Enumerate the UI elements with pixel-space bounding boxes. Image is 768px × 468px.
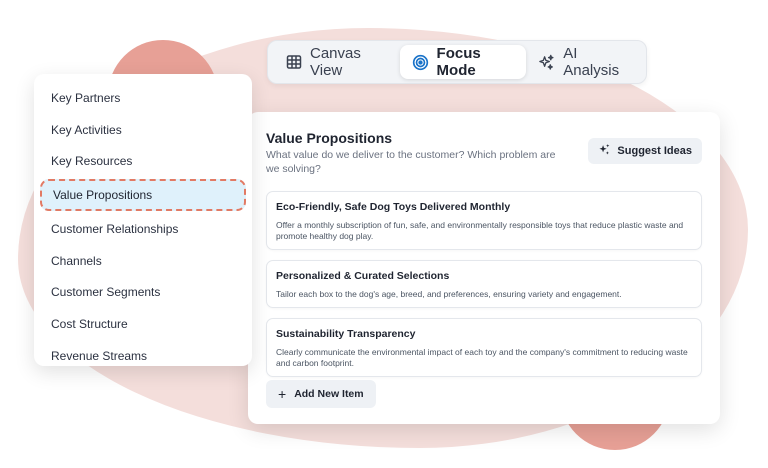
suggest-ideas-button[interactable]: Suggest Ideas	[588, 138, 702, 164]
value-item-card[interactable]: Personalized & Curated Selections Tailor…	[266, 260, 702, 308]
sidebar-item-label: Revenue Streams	[51, 348, 148, 363]
sidebar-item-channels[interactable]: Channels	[34, 245, 252, 277]
sidebar-item-label: Channels	[51, 253, 102, 268]
mode-switcher: Canvas View Focus Mode AI Analysis	[267, 40, 647, 84]
ai-analysis-button[interactable]: AI Analysis	[526, 45, 640, 79]
card-description: Clearly communicate the environmental im…	[276, 347, 688, 368]
canvas-sections-sidebar: Key Partners Key Activities Key Resource…	[34, 74, 252, 366]
sparkles-icon	[598, 143, 611, 159]
sidebar-item-revenue-streams[interactable]: Revenue Streams	[34, 340, 252, 372]
focus-mode-button[interactable]: Focus Mode	[399, 45, 527, 79]
sidebar-item-customer-relationships[interactable]: Customer Relationships	[34, 213, 252, 245]
suggest-ideas-label: Suggest Ideas	[617, 145, 692, 157]
sidebar-item-label: Customer Relationships	[51, 221, 179, 236]
value-item-card[interactable]: Eco-Friendly, Safe Dog Toys Delivered Mo…	[266, 191, 702, 250]
plus-icon: +	[278, 386, 287, 402]
grid-icon	[286, 54, 302, 70]
sidebar-item-value-propositions[interactable]: Value Propositions	[40, 179, 246, 212]
target-icon	[412, 54, 429, 71]
add-new-item-button[interactable]: + Add New Item	[266, 380, 376, 408]
canvas-view-button[interactable]: Canvas View	[274, 45, 400, 79]
card-title: Eco-Friendly, Safe Dog Toys Delivered Mo…	[276, 201, 511, 213]
sidebar-item-label: Value Propositions	[53, 188, 153, 203]
card-title: Personalized & Curated Selections	[276, 270, 450, 282]
sidebar-item-label: Cost Structure	[51, 316, 128, 331]
sidebar-item-key-resources[interactable]: Key Resources	[34, 145, 252, 177]
sidebar-item-label: Key Activities	[51, 122, 122, 137]
focus-mode-label: Focus Mode	[436, 45, 481, 79]
sidebar-item-label: Key Partners	[51, 90, 121, 105]
add-new-item-label: Add New Item	[294, 388, 364, 400]
panel-subtitle: What value do we deliver to the customer…	[266, 149, 556, 175]
sidebar-item-label: Key Resources	[51, 154, 133, 169]
card-description: Tailor each box to the dog's age, breed,…	[276, 289, 622, 299]
canvas-view-label: Canvas View	[310, 45, 361, 79]
sidebar-item-key-partners[interactable]: Key Partners	[34, 82, 252, 114]
ai-analysis-label: AI Analysis	[563, 45, 620, 79]
sidebar-item-label: Customer Segments	[51, 285, 161, 300]
card-title: Sustainability Transparency	[276, 328, 416, 340]
value-propositions-panel: Value Propositions What value do we deli…	[248, 112, 720, 424]
value-item-card[interactable]: Sustainability Transparency Clearly comm…	[266, 318, 702, 377]
sparkles-icon	[538, 54, 555, 71]
sidebar-item-key-activities[interactable]: Key Activities	[34, 114, 252, 146]
sidebar-item-customer-segments[interactable]: Customer Segments	[34, 276, 252, 308]
card-description: Offer a monthly subscription of fun, saf…	[276, 220, 684, 241]
sidebar-item-cost-structure[interactable]: Cost Structure	[34, 308, 252, 340]
